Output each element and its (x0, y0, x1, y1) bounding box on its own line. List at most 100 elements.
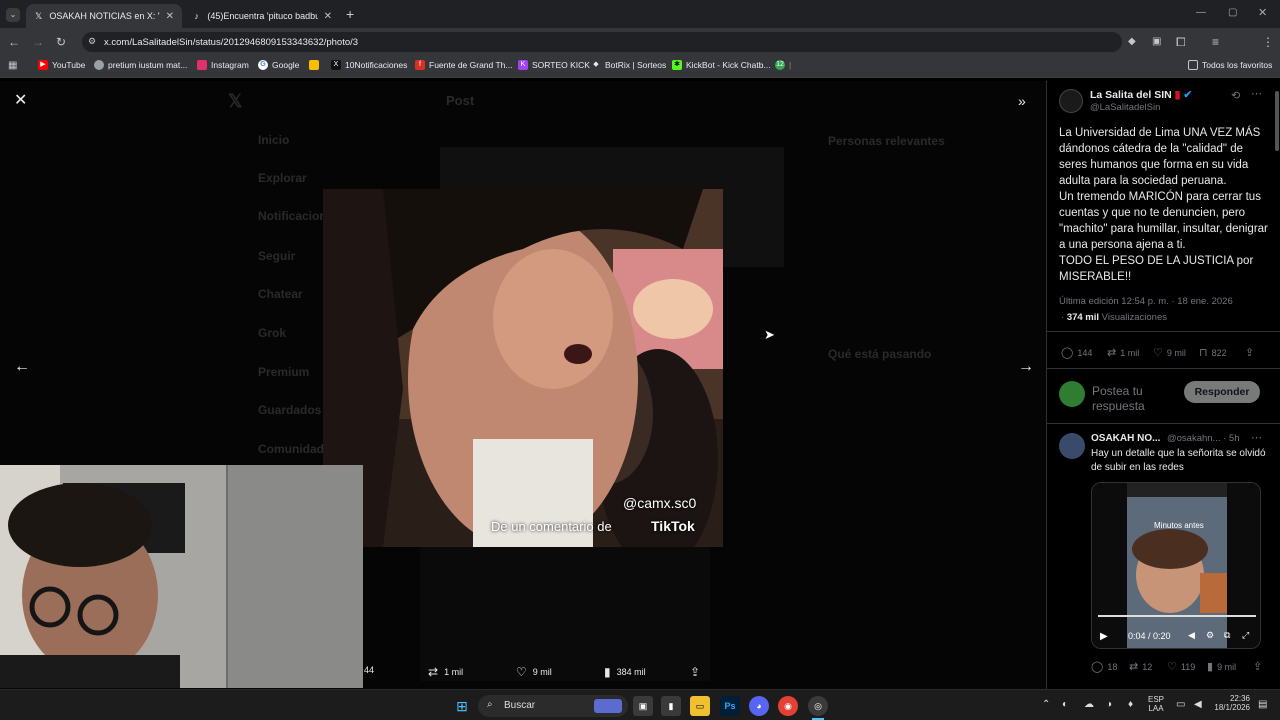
viewer-likes[interactable]: ♡ 9 mil (516, 665, 552, 679)
author-name[interactable]: La Salita del SIN ▮ ✔ (1090, 89, 1192, 101)
bookmark-botrix[interactable]: ◆ BotRix | Sorteos (591, 60, 666, 70)
tab-osakah-noticias[interactable]: 𝕏 OSAKAH NOTICIAS en X: "@La ✕ (26, 4, 182, 28)
search-label: Buscar (504, 700, 536, 711)
bookmark-badge[interactable]: 12 | (775, 60, 791, 70)
maximize-icon[interactable]: ▢ (1228, 7, 1237, 18)
reply-repost-button[interactable]: ⇄ 12 (1129, 660, 1152, 673)
menu-dots-icon[interactable]: ⋮ (1262, 35, 1274, 49)
tray-app-icon[interactable]: ◑ (1106, 699, 1112, 710)
play-icon[interactable]: ▶ (1100, 631, 1108, 642)
extensions-puzzle-icon[interactable]: ⧠ (1176, 35, 1186, 49)
photoshop-icon[interactable]: Ps (720, 696, 740, 716)
media-control-icon[interactable]: ≡ (1212, 35, 1219, 49)
language-indicator[interactable]: ESP LAA (1148, 695, 1164, 713)
share-button[interactable]: ⇪ (1245, 346, 1258, 359)
bookmark-kickbot[interactable]: ✱ KickBot - Kick Chatb... (672, 60, 771, 70)
author-handle[interactable]: @LaSalitadelSin (1090, 102, 1160, 113)
chrome-icon[interactable]: ◉ (778, 696, 798, 716)
reply-submit-button[interactable]: Responder (1184, 381, 1260, 403)
all-favorites-folder[interactable]: Todos los favoritos (1188, 60, 1272, 70)
reply-views[interactable]: ▮ 9 mil (1207, 660, 1236, 673)
bookmark-label: SORTEO KICK (532, 60, 590, 70)
repost-button[interactable]: ⇄ 1 mil (1107, 346, 1139, 359)
tab-search-button[interactable]: ⌄ (6, 8, 20, 22)
reply-like-button[interactable]: ♡ 119 (1167, 660, 1195, 673)
reply-input[interactable]: Postea tu respuesta (1092, 384, 1182, 412)
collapse-panel-icon[interactable]: » (1018, 93, 1026, 109)
address-bar[interactable]: ⚙ x.com/LaSalitadelSin/status/2012946809… (82, 32, 1122, 52)
onedrive-icon[interactable]: ☁ (1084, 699, 1094, 710)
more-options-icon[interactable]: ⋯ (1251, 87, 1262, 100)
viewer-share[interactable]: ⇪ (690, 665, 706, 679)
microphone-icon[interactable]: ♦ (1128, 699, 1133, 710)
bookmark-notificaciones[interactable]: X 10Notificaciones (331, 60, 407, 70)
apps-grid-icon[interactable]: ▦ (8, 60, 17, 71)
previous-photo-icon[interactable]: ← (14, 359, 30, 375)
minimize-icon[interactable]: — (1196, 7, 1206, 18)
clock[interactable]: 22:36 18/1/2026 (1214, 694, 1250, 712)
settings-icon[interactable]: ⚙ (1206, 630, 1214, 641)
bookmark-youtube[interactable]: ▶ YouTube (38, 60, 85, 70)
like-button[interactable]: ♡ 9 mil (1153, 346, 1186, 359)
views-chart-icon: ▮ (1207, 661, 1214, 673)
new-tab-button[interactable]: + (346, 6, 354, 22)
globe-icon (94, 60, 104, 70)
obs-icon[interactable]: ◎ (808, 696, 828, 716)
tray-app-icon[interactable]: ◐ (1062, 699, 1068, 710)
tweet-photo[interactable]: @camx.sc0 De un comentario de TikTok (323, 189, 723, 547)
reply-author-name[interactable]: OSAKAH NO... (1091, 433, 1160, 444)
grok-icon[interactable]: ⟲ (1231, 89, 1240, 102)
forward-arrow-icon[interactable]: → (32, 35, 44, 49)
viewer-replies[interactable]: 44 (364, 665, 374, 675)
reply-author-handle[interactable]: @osakahn... · 5h (1167, 433, 1240, 444)
bookmark-grand-theft[interactable]: f Fuente de Grand Th... (415, 60, 512, 70)
reply-video[interactable]: Minutos antes ▶ 0:04 / 0:20 ◀ ⚙ ⧉ ⤢ (1091, 482, 1261, 649)
reply-reply-button[interactable]: ◯ 18 (1091, 660, 1117, 673)
nav-follow: Seguir (258, 249, 296, 263)
close-tab-icon[interactable]: ✕ (318, 11, 332, 22)
close-tab-icon[interactable]: ✕ (160, 11, 174, 22)
discord-icon[interactable]: ◕ (749, 696, 769, 716)
reload-icon[interactable]: ↻ (56, 35, 66, 49)
reply-share-button[interactable]: ⇪ (1253, 660, 1266, 673)
task-view-icon[interactable]: ▣ (633, 696, 653, 716)
file-explorer-icon[interactable]: ▭ (690, 696, 710, 716)
app-icon[interactable]: ▮ (661, 696, 681, 716)
viewer-views[interactable]: ▮ 384 mil (604, 665, 646, 679)
close-icon[interactable]: ✕ (14, 93, 27, 109)
search-icon: ⌕ (487, 699, 493, 710)
tray-chevron-icon[interactable]: ⌃ (1042, 699, 1050, 710)
network-icon[interactable]: ▭ (1176, 699, 1185, 710)
bookmark-instagram[interactable]: Instagram (197, 60, 249, 70)
site-info-icon[interactable]: ⚙ (88, 36, 96, 47)
taskbar-search[interactable]: ⌕ Buscar (478, 695, 628, 717)
diamond-icon: ◆ (593, 61, 599, 68)
reply-more-icon[interactable]: ⋯ (1251, 431, 1262, 444)
tab-tiktok[interactable]: ♪ (45)Encuentra 'pituco badbunn ✕ (184, 4, 340, 28)
pip-icon[interactable]: ⧉ (1224, 630, 1230, 641)
viewer-reposts[interactable]: ⇄ 1 mil (428, 665, 463, 679)
extension-icon[interactable]: ▣ (1152, 35, 1161, 49)
bookmark-pretium[interactable]: pretium iustum mat... (94, 60, 187, 70)
bookmark-google[interactable]: G Google (258, 60, 299, 70)
reply-button[interactable]: ◯ 144 (1061, 346, 1092, 359)
reply-author-avatar[interactable] (1059, 433, 1085, 459)
watermark-handle: @camx.sc0 (623, 495, 697, 511)
video-progress[interactable] (1098, 615, 1256, 617)
edited-timestamp[interactable]: Última edición 12:54 p. m. · 18 ene. 202… (1059, 296, 1233, 307)
extension-icon[interactable]: ◆ (1128, 35, 1136, 49)
notification-icon[interactable]: ▤ (1258, 699, 1267, 710)
bookmark-pinwheel[interactable] (309, 60, 323, 70)
author-avatar[interactable] (1059, 89, 1083, 113)
fullscreen-icon[interactable]: ⤢ (1242, 630, 1249, 641)
windows-start-icon[interactable]: ⊞ (452, 696, 472, 716)
panel-scrollbar[interactable] (1275, 91, 1279, 151)
close-window-icon[interactable]: ✕ (1258, 6, 1267, 19)
reply-views-count: 9 mil (1217, 661, 1237, 672)
bookmark-button[interactable]: ⊓ 822 (1199, 346, 1227, 359)
next-photo-icon[interactable]: → (1018, 359, 1034, 375)
volume-icon[interactable]: ◀ (1188, 630, 1195, 641)
volume-icon[interactable]: ◀ (1194, 699, 1202, 710)
back-arrow-icon[interactable]: ← (8, 35, 20, 49)
bookmark-sorteo-kick[interactable]: K SORTEO KICK (518, 60, 590, 70)
